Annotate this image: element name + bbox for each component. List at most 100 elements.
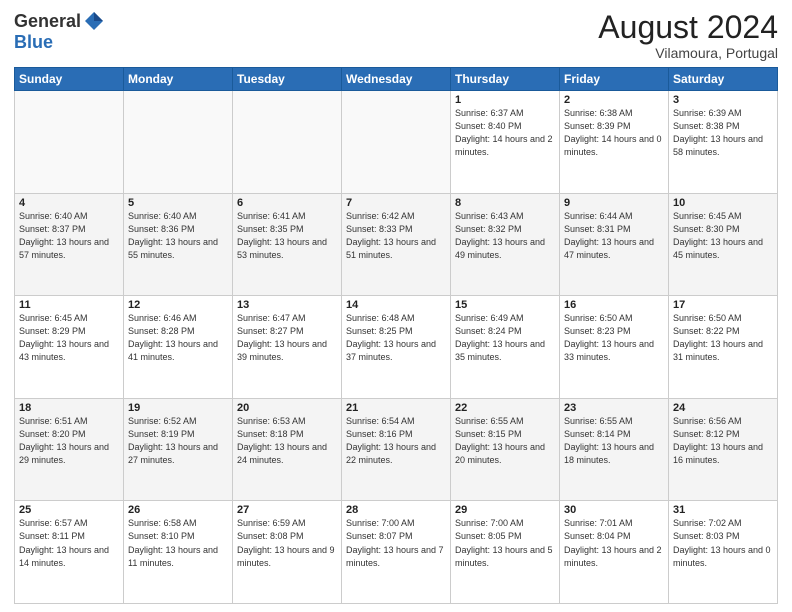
day-number: 11	[19, 299, 119, 311]
header: General Blue August 2024 Vilamoura, Port…	[14, 10, 778, 61]
day-number: 8	[455, 197, 555, 209]
calendar-cell: 7Sunrise: 6:42 AMSunset: 8:33 PMDaylight…	[342, 193, 451, 296]
calendar-cell: 22Sunrise: 6:55 AMSunset: 8:15 PMDayligh…	[451, 398, 560, 501]
logo-icon	[83, 10, 105, 32]
calendar-week-row: 1Sunrise: 6:37 AMSunset: 8:40 PMDaylight…	[15, 91, 778, 194]
day-info: Sunrise: 6:55 AMSunset: 8:14 PMDaylight:…	[564, 415, 664, 467]
calendar-week-row: 11Sunrise: 6:45 AMSunset: 8:29 PMDayligh…	[15, 296, 778, 399]
day-header: Friday	[560, 68, 669, 91]
calendar-cell: 6Sunrise: 6:41 AMSunset: 8:35 PMDaylight…	[233, 193, 342, 296]
day-info: Sunrise: 6:50 AMSunset: 8:23 PMDaylight:…	[564, 312, 664, 364]
day-number: 27	[237, 504, 337, 516]
calendar-cell: 11Sunrise: 6:45 AMSunset: 8:29 PMDayligh…	[15, 296, 124, 399]
day-number: 19	[128, 402, 228, 414]
day-number: 15	[455, 299, 555, 311]
calendar-cell: 26Sunrise: 6:58 AMSunset: 8:10 PMDayligh…	[124, 501, 233, 604]
logo-text: General	[14, 10, 105, 32]
day-number: 23	[564, 402, 664, 414]
calendar-week-row: 25Sunrise: 6:57 AMSunset: 8:11 PMDayligh…	[15, 501, 778, 604]
calendar-cell: 20Sunrise: 6:53 AMSunset: 8:18 PMDayligh…	[233, 398, 342, 501]
calendar-cell: 9Sunrise: 6:44 AMSunset: 8:31 PMDaylight…	[560, 193, 669, 296]
day-header: Thursday	[451, 68, 560, 91]
day-number: 3	[673, 94, 773, 106]
calendar-cell: 14Sunrise: 6:48 AMSunset: 8:25 PMDayligh…	[342, 296, 451, 399]
day-info: Sunrise: 6:40 AMSunset: 8:37 PMDaylight:…	[19, 210, 119, 262]
day-info: Sunrise: 6:51 AMSunset: 8:20 PMDaylight:…	[19, 415, 119, 467]
calendar-cell	[15, 91, 124, 194]
calendar-cell: 8Sunrise: 6:43 AMSunset: 8:32 PMDaylight…	[451, 193, 560, 296]
day-info: Sunrise: 7:02 AMSunset: 8:03 PMDaylight:…	[673, 517, 773, 569]
day-number: 16	[564, 299, 664, 311]
day-number: 9	[564, 197, 664, 209]
calendar-header-row: SundayMondayTuesdayWednesdayThursdayFrid…	[15, 68, 778, 91]
day-info: Sunrise: 6:38 AMSunset: 8:39 PMDaylight:…	[564, 107, 664, 159]
day-info: Sunrise: 6:45 AMSunset: 8:29 PMDaylight:…	[19, 312, 119, 364]
calendar-week-row: 18Sunrise: 6:51 AMSunset: 8:20 PMDayligh…	[15, 398, 778, 501]
day-number: 12	[128, 299, 228, 311]
day-number: 1	[455, 94, 555, 106]
day-number: 24	[673, 402, 773, 414]
day-info: Sunrise: 6:58 AMSunset: 8:10 PMDaylight:…	[128, 517, 228, 569]
day-number: 22	[455, 402, 555, 414]
day-number: 2	[564, 94, 664, 106]
day-number: 20	[237, 402, 337, 414]
day-info: Sunrise: 6:57 AMSunset: 8:11 PMDaylight:…	[19, 517, 119, 569]
calendar-cell: 30Sunrise: 7:01 AMSunset: 8:04 PMDayligh…	[560, 501, 669, 604]
calendar-cell: 27Sunrise: 6:59 AMSunset: 8:08 PMDayligh…	[233, 501, 342, 604]
calendar-cell: 18Sunrise: 6:51 AMSunset: 8:20 PMDayligh…	[15, 398, 124, 501]
day-info: Sunrise: 6:49 AMSunset: 8:24 PMDaylight:…	[455, 312, 555, 364]
day-number: 4	[19, 197, 119, 209]
calendar-cell: 4Sunrise: 6:40 AMSunset: 8:37 PMDaylight…	[15, 193, 124, 296]
day-info: Sunrise: 6:43 AMSunset: 8:32 PMDaylight:…	[455, 210, 555, 262]
day-number: 31	[673, 504, 773, 516]
calendar-cell: 16Sunrise: 6:50 AMSunset: 8:23 PMDayligh…	[560, 296, 669, 399]
calendar-cell: 5Sunrise: 6:40 AMSunset: 8:36 PMDaylight…	[124, 193, 233, 296]
day-number: 5	[128, 197, 228, 209]
calendar: SundayMondayTuesdayWednesdayThursdayFrid…	[14, 67, 778, 604]
calendar-cell: 17Sunrise: 6:50 AMSunset: 8:22 PMDayligh…	[669, 296, 778, 399]
day-info: Sunrise: 7:00 AMSunset: 8:05 PMDaylight:…	[455, 517, 555, 569]
day-info: Sunrise: 6:39 AMSunset: 8:38 PMDaylight:…	[673, 107, 773, 159]
day-info: Sunrise: 6:41 AMSunset: 8:35 PMDaylight:…	[237, 210, 337, 262]
calendar-cell: 21Sunrise: 6:54 AMSunset: 8:16 PMDayligh…	[342, 398, 451, 501]
day-number: 6	[237, 197, 337, 209]
day-info: Sunrise: 7:01 AMSunset: 8:04 PMDaylight:…	[564, 517, 664, 569]
day-info: Sunrise: 6:44 AMSunset: 8:31 PMDaylight:…	[564, 210, 664, 262]
day-header: Sunday	[15, 68, 124, 91]
day-info: Sunrise: 6:54 AMSunset: 8:16 PMDaylight:…	[346, 415, 446, 467]
day-info: Sunrise: 6:45 AMSunset: 8:30 PMDaylight:…	[673, 210, 773, 262]
day-number: 25	[19, 504, 119, 516]
page: General Blue August 2024 Vilamoura, Port…	[0, 0, 792, 612]
location: Vilamoura, Portugal	[598, 45, 778, 61]
calendar-cell: 10Sunrise: 6:45 AMSunset: 8:30 PMDayligh…	[669, 193, 778, 296]
title-block: August 2024 Vilamoura, Portugal	[598, 10, 778, 61]
calendar-cell	[342, 91, 451, 194]
calendar-cell: 3Sunrise: 6:39 AMSunset: 8:38 PMDaylight…	[669, 91, 778, 194]
day-number: 18	[19, 402, 119, 414]
calendar-cell: 1Sunrise: 6:37 AMSunset: 8:40 PMDaylight…	[451, 91, 560, 194]
day-number: 29	[455, 504, 555, 516]
day-info: Sunrise: 6:37 AMSunset: 8:40 PMDaylight:…	[455, 107, 555, 159]
day-info: Sunrise: 6:47 AMSunset: 8:27 PMDaylight:…	[237, 312, 337, 364]
day-header: Tuesday	[233, 68, 342, 91]
day-header: Wednesday	[342, 68, 451, 91]
calendar-cell: 19Sunrise: 6:52 AMSunset: 8:19 PMDayligh…	[124, 398, 233, 501]
day-header: Monday	[124, 68, 233, 91]
day-number: 7	[346, 197, 446, 209]
day-info: Sunrise: 6:55 AMSunset: 8:15 PMDaylight:…	[455, 415, 555, 467]
day-info: Sunrise: 6:42 AMSunset: 8:33 PMDaylight:…	[346, 210, 446, 262]
day-info: Sunrise: 6:59 AMSunset: 8:08 PMDaylight:…	[237, 517, 337, 569]
calendar-cell: 13Sunrise: 6:47 AMSunset: 8:27 PMDayligh…	[233, 296, 342, 399]
day-number: 28	[346, 504, 446, 516]
calendar-cell	[233, 91, 342, 194]
calendar-cell: 23Sunrise: 6:55 AMSunset: 8:14 PMDayligh…	[560, 398, 669, 501]
day-info: Sunrise: 6:52 AMSunset: 8:19 PMDaylight:…	[128, 415, 228, 467]
logo: General Blue	[14, 10, 105, 53]
calendar-cell: 31Sunrise: 7:02 AMSunset: 8:03 PMDayligh…	[669, 501, 778, 604]
day-number: 14	[346, 299, 446, 311]
day-number: 30	[564, 504, 664, 516]
calendar-cell: 25Sunrise: 6:57 AMSunset: 8:11 PMDayligh…	[15, 501, 124, 604]
logo-general: General	[14, 11, 81, 32]
day-number: 10	[673, 197, 773, 209]
calendar-cell: 28Sunrise: 7:00 AMSunset: 8:07 PMDayligh…	[342, 501, 451, 604]
